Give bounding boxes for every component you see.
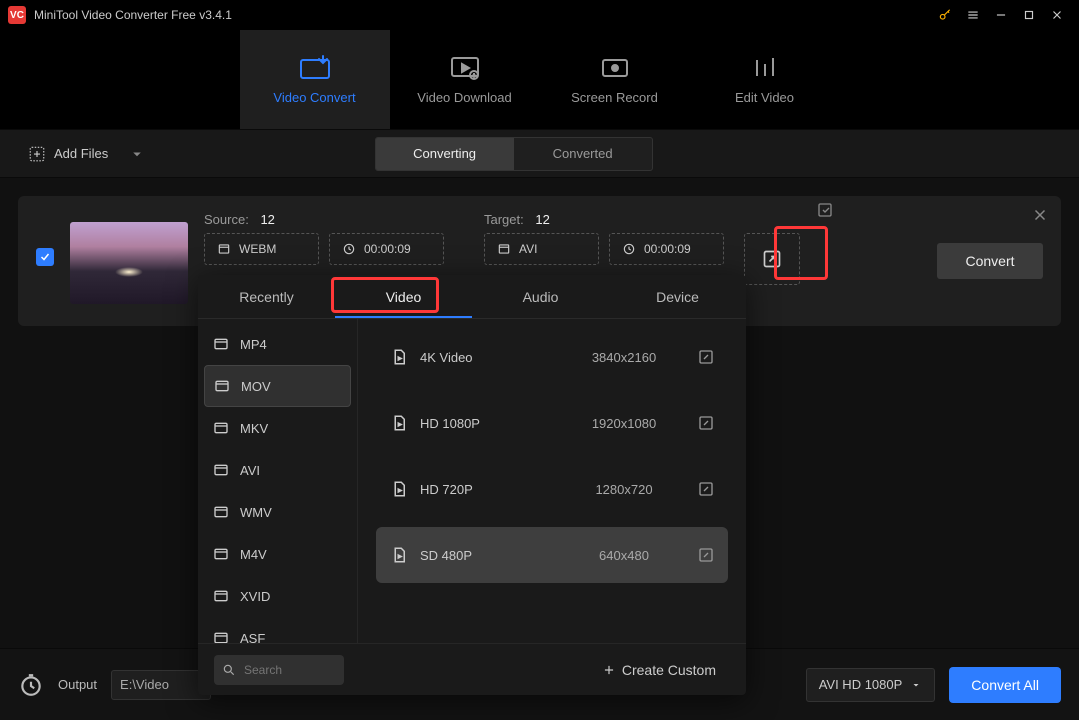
- mode-label: Video Convert: [273, 90, 355, 105]
- format-asf[interactable]: ASF: [204, 617, 351, 643]
- resolution-4k-video[interactable]: 4K Video3840x2160: [376, 329, 728, 385]
- resolution-hd-720p[interactable]: HD 720P1280x720: [376, 461, 728, 517]
- format-mp4[interactable]: MP4: [204, 323, 351, 365]
- upgrade-icon[interactable]: [931, 1, 959, 29]
- menu-icon[interactable]: [959, 1, 987, 29]
- mode-label: Screen Record: [571, 90, 658, 105]
- format-avi[interactable]: AVI: [204, 449, 351, 491]
- tab-recently[interactable]: Recently: [198, 275, 335, 318]
- search-input[interactable]: [214, 655, 344, 685]
- resolution-hd-1080p[interactable]: HD 1080P1920x1080: [376, 395, 728, 451]
- target-value: 12: [535, 212, 549, 227]
- item-remove-button[interactable]: [1031, 206, 1049, 224]
- source-format-chip: WEBM: [204, 233, 319, 265]
- popup-footer: Create Custom: [198, 643, 746, 695]
- target-format-chip: AVI: [484, 233, 599, 265]
- convert-all-button[interactable]: Convert All: [949, 667, 1061, 703]
- source-duration-chip: 00:00:09: [329, 233, 444, 265]
- seg-converted[interactable]: Converted: [514, 138, 652, 170]
- add-files-button[interactable]: Add Files: [18, 139, 118, 169]
- output-preset-dropdown[interactable]: AVI HD 1080P: [806, 668, 936, 702]
- source-label: Source: 12: [204, 212, 454, 227]
- tab-video[interactable]: Video: [335, 275, 472, 318]
- target-label: Target: 12: [484, 212, 800, 227]
- seg-converting[interactable]: Converting: [376, 138, 514, 170]
- maximize-icon[interactable]: [1015, 1, 1043, 29]
- source-value: 12: [260, 212, 274, 227]
- search-icon: [222, 663, 236, 677]
- target-duration-chip: 00:00:09: [609, 233, 724, 265]
- tab-video-convert[interactable]: Video Convert: [240, 30, 390, 129]
- search-field[interactable]: [242, 662, 332, 678]
- mode-label: Video Download: [417, 90, 511, 105]
- app-title: MiniTool Video Converter Free v3.4.1: [34, 8, 232, 22]
- close-icon[interactable]: [1043, 1, 1071, 29]
- status-segment: Converting Converted: [375, 137, 653, 171]
- resolution-sd-480p[interactable]: SD 480P640x480: [376, 527, 728, 583]
- video-thumbnail[interactable]: [70, 222, 188, 304]
- output-path[interactable]: E:\Video: [111, 670, 211, 700]
- plus-icon: [602, 663, 616, 677]
- format-list[interactable]: MP4MOVMKVAVIWMVM4VXVIDASF: [198, 319, 358, 643]
- format-mkv[interactable]: MKV: [204, 407, 351, 449]
- tab-video-download[interactable]: Video Download: [390, 30, 540, 129]
- mode-label: Edit Video: [735, 90, 794, 105]
- title-bar: VC MiniTool Video Converter Free v3.4.1: [0, 0, 1079, 30]
- item-checkbox[interactable]: [36, 248, 54, 266]
- format-xvid[interactable]: XVID: [204, 575, 351, 617]
- create-custom-button[interactable]: Create Custom: [602, 662, 716, 678]
- clock-icon[interactable]: [18, 672, 44, 698]
- tab-screen-record[interactable]: Screen Record: [540, 30, 690, 129]
- format-wmv[interactable]: WMV: [204, 491, 351, 533]
- popup-tabs: Recently Video Audio Device: [198, 275, 746, 319]
- target-settings-button[interactable]: [744, 233, 800, 285]
- resolution-list[interactable]: 4K Video3840x2160 HD 1080P1920x1080 HD 720…: [358, 319, 746, 643]
- minimize-icon[interactable]: [987, 1, 1015, 29]
- format-popup: Recently Video Audio Device MP4MOVMKVAVI…: [198, 275, 746, 695]
- tab-edit-video[interactable]: Edit Video: [690, 30, 840, 129]
- item-edit-icon[interactable]: [817, 202, 833, 221]
- app-icon: VC: [8, 6, 26, 24]
- chevron-down-icon: [910, 679, 922, 691]
- output-label: Output: [58, 677, 97, 692]
- format-mov[interactable]: MOV: [204, 365, 351, 407]
- tab-audio[interactable]: Audio: [472, 275, 609, 318]
- toolbar: Add Files Converting Converted: [0, 130, 1079, 178]
- add-files-dropdown[interactable]: [128, 145, 146, 163]
- convert-button[interactable]: Convert: [937, 243, 1043, 279]
- tab-device[interactable]: Device: [609, 275, 746, 318]
- format-m4v[interactable]: M4V: [204, 533, 351, 575]
- mode-tabs: Video Convert Video Download Screen Reco…: [0, 30, 1079, 130]
- add-files-label: Add Files: [54, 146, 108, 161]
